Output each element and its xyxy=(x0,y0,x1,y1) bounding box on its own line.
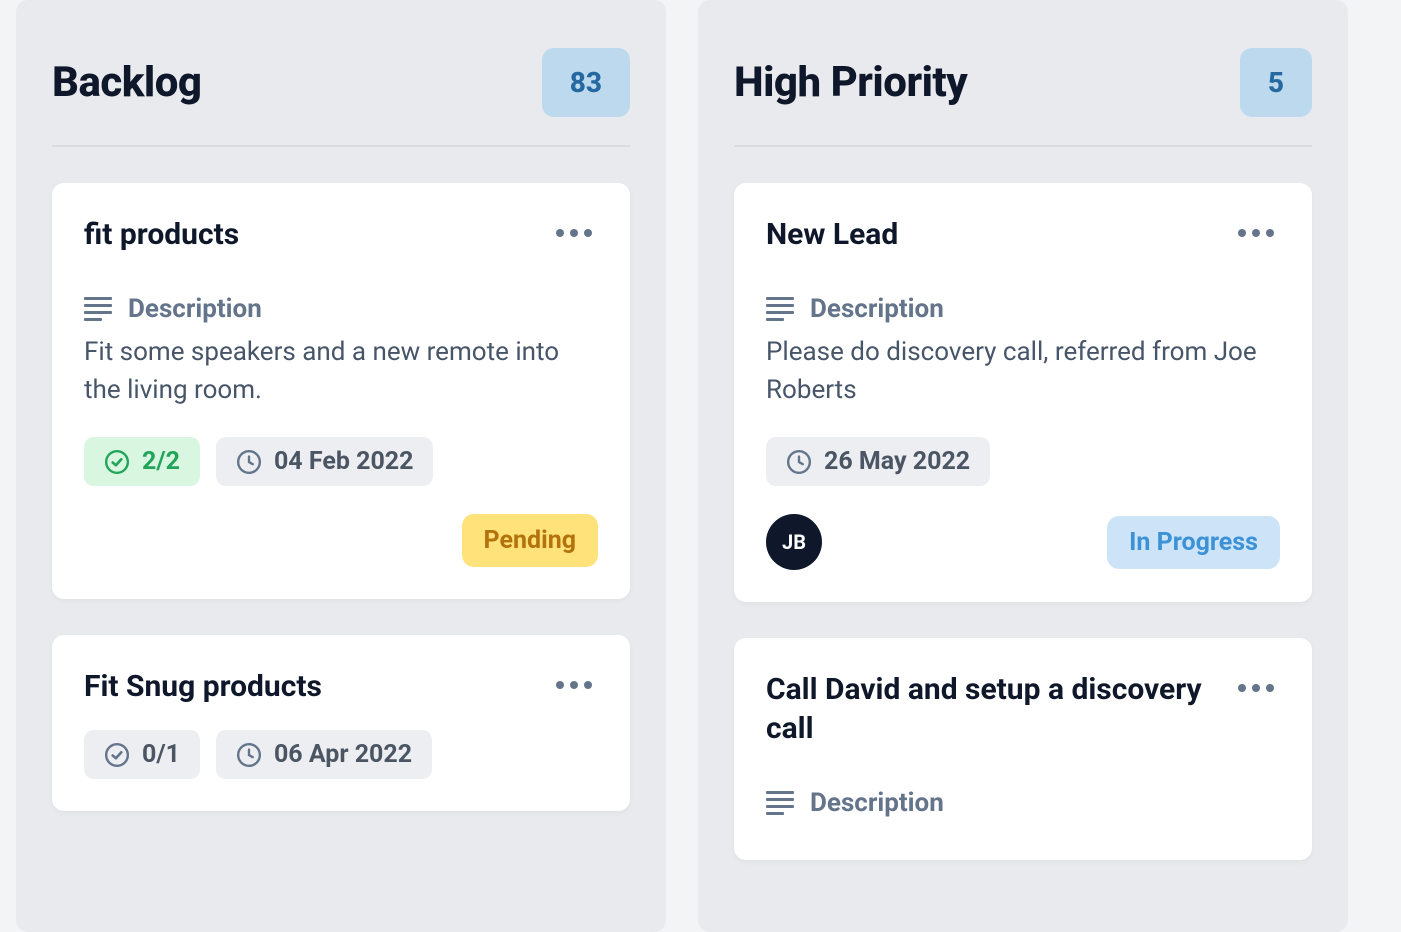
date-text: 26 May 2022 xyxy=(824,447,970,476)
clock-icon xyxy=(786,449,812,475)
card-header: Call David and setup a discovery call xyxy=(766,670,1280,748)
more-icon[interactable] xyxy=(1232,678,1280,698)
task-card[interactable]: Fit Snug products 0/1 06 Apr 2022 xyxy=(52,635,630,811)
count-badge: 5 xyxy=(1240,48,1312,117)
check-circle-icon xyxy=(104,449,130,475)
date-pill: 06 Apr 2022 xyxy=(216,730,432,779)
divider xyxy=(52,145,630,147)
task-card[interactable]: fit products Description Fit some speake… xyxy=(52,183,630,599)
column-title: High Priority xyxy=(734,58,967,107)
description-label-row: Description xyxy=(766,294,1280,324)
check-circle-icon xyxy=(104,742,130,768)
progress-pill: 0/1 xyxy=(84,730,200,779)
card-header: New Lead xyxy=(766,215,1280,254)
column-high-priority: High Priority 5 New Lead Description Ple… xyxy=(698,0,1348,932)
count-badge: 83 xyxy=(542,48,630,117)
column-header: Backlog 83 xyxy=(52,0,630,145)
pill-row: 26 May 2022 xyxy=(766,437,1280,486)
card-title: New Lead xyxy=(766,215,1232,254)
date-text: 06 Apr 2022 xyxy=(274,740,412,769)
column-backlog: Backlog 83 fit products Description Fit … xyxy=(16,0,666,932)
status-badge: Pending xyxy=(462,514,598,567)
description-text: Fit some speakers and a new remote into … xyxy=(84,334,598,409)
progress-text: 2/2 xyxy=(142,447,180,476)
status-badge: In Progress xyxy=(1107,516,1280,569)
text-lines-icon xyxy=(766,791,794,815)
card-title: fit products xyxy=(84,215,550,254)
description-text: Please do discovery call, referred from … xyxy=(766,334,1280,409)
pill-row: 0/1 06 Apr 2022 xyxy=(84,730,598,779)
task-card[interactable]: Call David and setup a discovery call De… xyxy=(734,638,1312,860)
description-label-row: Description xyxy=(766,788,1280,818)
kanban-board: Backlog 83 fit products Description Fit … xyxy=(0,0,1401,932)
card-header: fit products xyxy=(84,215,598,254)
more-icon[interactable] xyxy=(550,675,598,695)
avatar[interactable]: JB xyxy=(766,514,822,570)
clock-icon xyxy=(236,449,262,475)
clock-icon xyxy=(236,742,262,768)
card-title: Call David and setup a discovery call xyxy=(766,670,1232,748)
date-pill: 26 May 2022 xyxy=(766,437,990,486)
column-title: Backlog xyxy=(52,58,202,107)
status-row: Pending xyxy=(84,514,598,567)
progress-pill: 2/2 xyxy=(84,437,200,486)
more-icon[interactable] xyxy=(550,223,598,243)
text-lines-icon xyxy=(84,297,112,321)
date-text: 04 Feb 2022 xyxy=(274,447,414,476)
pill-row: 2/2 04 Feb 2022 xyxy=(84,437,598,486)
text-lines-icon xyxy=(766,297,794,321)
description-label: Description xyxy=(810,294,944,324)
date-pill: 04 Feb 2022 xyxy=(216,437,434,486)
task-card[interactable]: New Lead Description Please do discovery… xyxy=(734,183,1312,602)
description-label: Description xyxy=(128,294,262,324)
description-label-row: Description xyxy=(84,294,598,324)
card-title: Fit Snug products xyxy=(84,667,550,706)
description-label: Description xyxy=(810,788,944,818)
status-row: JB In Progress xyxy=(766,514,1280,570)
card-header: Fit Snug products xyxy=(84,667,598,706)
column-header: High Priority 5 xyxy=(734,0,1312,145)
progress-text: 0/1 xyxy=(142,740,180,769)
divider xyxy=(734,145,1312,147)
more-icon[interactable] xyxy=(1232,223,1280,243)
